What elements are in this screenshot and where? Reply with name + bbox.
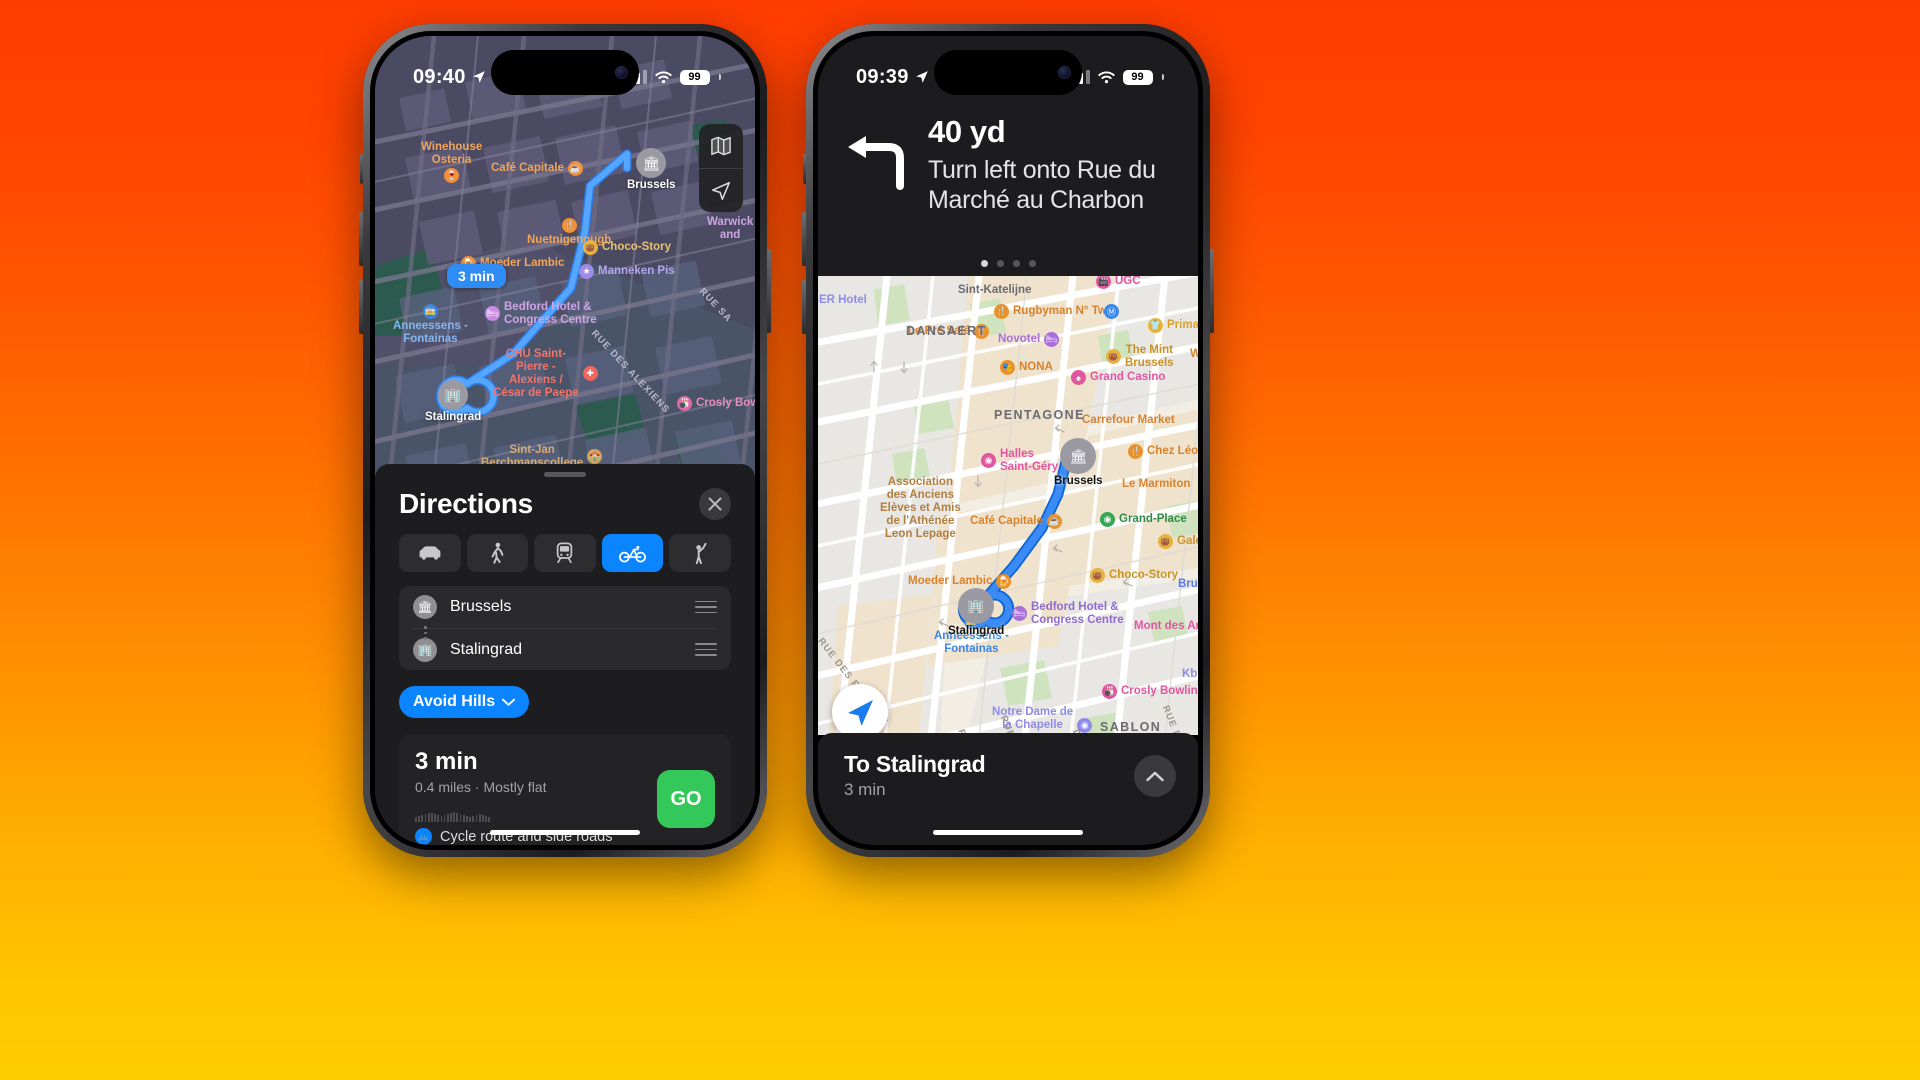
bicycle-icon <box>619 545 647 562</box>
left-phone: 🍔 Fritland Lloyd Coffee ☕ WinehouseOster… <box>359 24 771 857</box>
dynamic-island <box>491 50 639 95</box>
pin-label: Brussels <box>1054 475 1103 487</box>
pin-label: Stalingrad <box>425 411 482 423</box>
page-dot[interactable] <box>996 260 1004 267</box>
destination-value: Stalingrad <box>450 640 523 658</box>
buildings-icon: 🏢 <box>958 588 995 624</box>
destination-title: To Stalingrad <box>844 751 986 777</box>
map-pin-destination[interactable]: 🏢 Stalingrad <box>425 380 481 423</box>
landmark-icon: 🏛 <box>413 595 437 619</box>
map-icon <box>711 136 731 156</box>
buildings-icon: 🏢 <box>438 380 469 410</box>
chevron-down-icon <box>502 698 516 706</box>
reorder-handle[interactable] <box>695 643 717 656</box>
dynamic-island <box>934 50 1082 95</box>
right-map[interactable]: GER Hotel Sint-Katelijne 🎬 UGC 🍴 Rugbyma… <box>818 276 1198 735</box>
page-dot[interactable] <box>1028 260 1036 267</box>
location-puck-icon[interactable] <box>832 684 888 735</box>
pin-label: Stalingrad <box>948 625 1005 637</box>
eta-subtitle: 3 min <box>844 780 886 799</box>
origin-value: Brussels <box>450 598 512 615</box>
eta-bubble[interactable]: 3 min <box>447 264 506 288</box>
route-fields-card: 🏛 Brussels 🏢 Stalingrad <box>399 586 731 670</box>
page-title: Directions <box>399 488 533 519</box>
left-screen: 🍔 Fritland Lloyd Coffee ☕ WinehouseOster… <box>375 36 755 845</box>
walk-icon <box>491 542 504 564</box>
pin-label: Brussels <box>627 179 676 191</box>
transport-mode-tabs <box>399 534 731 572</box>
tab-ride-share[interactable] <box>669 534 731 572</box>
home-indicator[interactable] <box>490 830 640 835</box>
route-field-destination[interactable]: 🏢 Stalingrad <box>413 628 717 670</box>
hail-ride-icon <box>695 542 707 564</box>
tab-driving[interactable] <box>399 534 461 572</box>
route-field-origin[interactable]: 🏛 Brussels <box>413 586 717 628</box>
home-indicator[interactable] <box>933 830 1083 835</box>
right-screen: 40 yd Turn left onto Rue du Marché au Ch… <box>818 36 1198 845</box>
tab-walking[interactable] <box>466 534 529 572</box>
chevron-up-icon <box>1146 771 1164 781</box>
maneuver-instruction: Turn left onto Rue du Marché au Charbon <box>928 156 1156 214</box>
close-icon <box>708 497 722 511</box>
page-dot[interactable] <box>1012 260 1020 267</box>
sheet-grabber[interactable] <box>544 472 586 477</box>
route-connector-dots <box>424 626 427 640</box>
landmark-icon: 🏛 <box>636 148 667 178</box>
right-phone: 40 yd Turn left onto Rue du Marché au Ch… <box>802 24 1214 857</box>
maneuver-distance: 40 yd <box>928 114 1006 149</box>
tab-transit[interactable] <box>534 534 596 572</box>
recenter-button[interactable] <box>699 168 743 212</box>
page-dot[interactable] <box>980 260 988 267</box>
train-icon <box>557 542 573 563</box>
map-pin-destination[interactable]: 🏢 Stalingrad <box>948 588 1004 637</box>
reorder-handle[interactable] <box>695 600 717 614</box>
map-pin-origin[interactable]: 🏛 Brussels <box>627 148 676 191</box>
map-geometry <box>818 276 1198 735</box>
map-layers-button[interactable] <box>699 124 743 168</box>
location-arrow-icon <box>711 181 731 200</box>
turn-left-arrow-icon <box>842 114 908 276</box>
map-controls <box>699 124 743 212</box>
map-pin-origin[interactable]: 🏛 Brussels <box>1054 438 1103 487</box>
landmark-icon: 🏛 <box>1060 438 1097 474</box>
close-button[interactable] <box>699 488 731 520</box>
bicycle-icon: 🚲 <box>415 828 432 845</box>
area-label: PENTAGONE <box>994 408 1085 422</box>
expand-button[interactable] <box>1134 755 1176 797</box>
directions-sheet: Directions 🏛 Brussels 🏢 Stalingrad Avoid… <box>375 464 755 845</box>
avoid-hills-button[interactable]: Avoid Hills <box>399 686 530 718</box>
banner-page-dots[interactable] <box>818 260 1198 267</box>
front-camera-icon <box>1058 66 1071 79</box>
route-result-card[interactable]: 3 min 0.4 miles · Mostly flat GO 🚲 Cycle… <box>399 734 731 845</box>
car-icon <box>419 546 441 560</box>
tab-cycling[interactable] <box>601 534 664 572</box>
area-label: SABLON <box>1100 720 1162 734</box>
navigation-footer[interactable]: To Stalingrad 3 min <box>818 733 1198 845</box>
go-button[interactable]: GO <box>657 770 715 828</box>
front-camera-icon <box>615 66 628 79</box>
avoid-hills-label: Avoid Hills <box>413 693 496 710</box>
area-label: DANSAERT <box>906 324 987 338</box>
buildings-icon: 🏢 <box>413 637 437 662</box>
